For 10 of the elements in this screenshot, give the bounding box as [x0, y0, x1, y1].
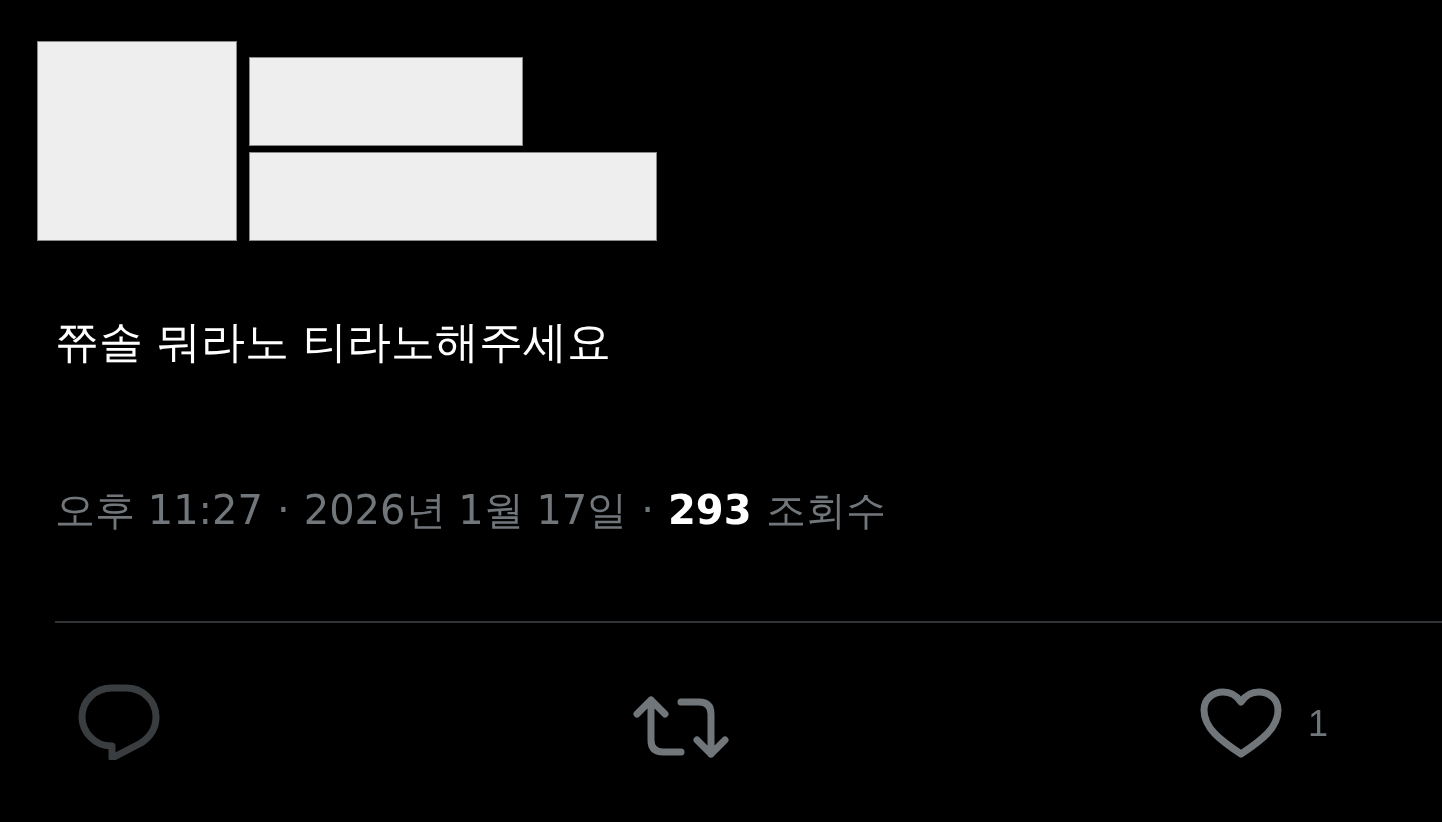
- post-date: 2026년 1월 17일: [303, 486, 628, 535]
- post-time: 오후 11:27: [55, 486, 263, 535]
- separator-dot: ·: [641, 486, 654, 535]
- views-label: 조회수: [765, 486, 886, 535]
- heart-icon[interactable]: [1200, 688, 1282, 760]
- like-count: 1: [1308, 702, 1329, 746]
- view-count: 293: [668, 486, 752, 535]
- repost-icon[interactable]: [633, 696, 729, 758]
- post-text: 쮸솔 뭐라노 티라노해주세요: [55, 315, 611, 369]
- separator-dot: ·: [277, 486, 290, 535]
